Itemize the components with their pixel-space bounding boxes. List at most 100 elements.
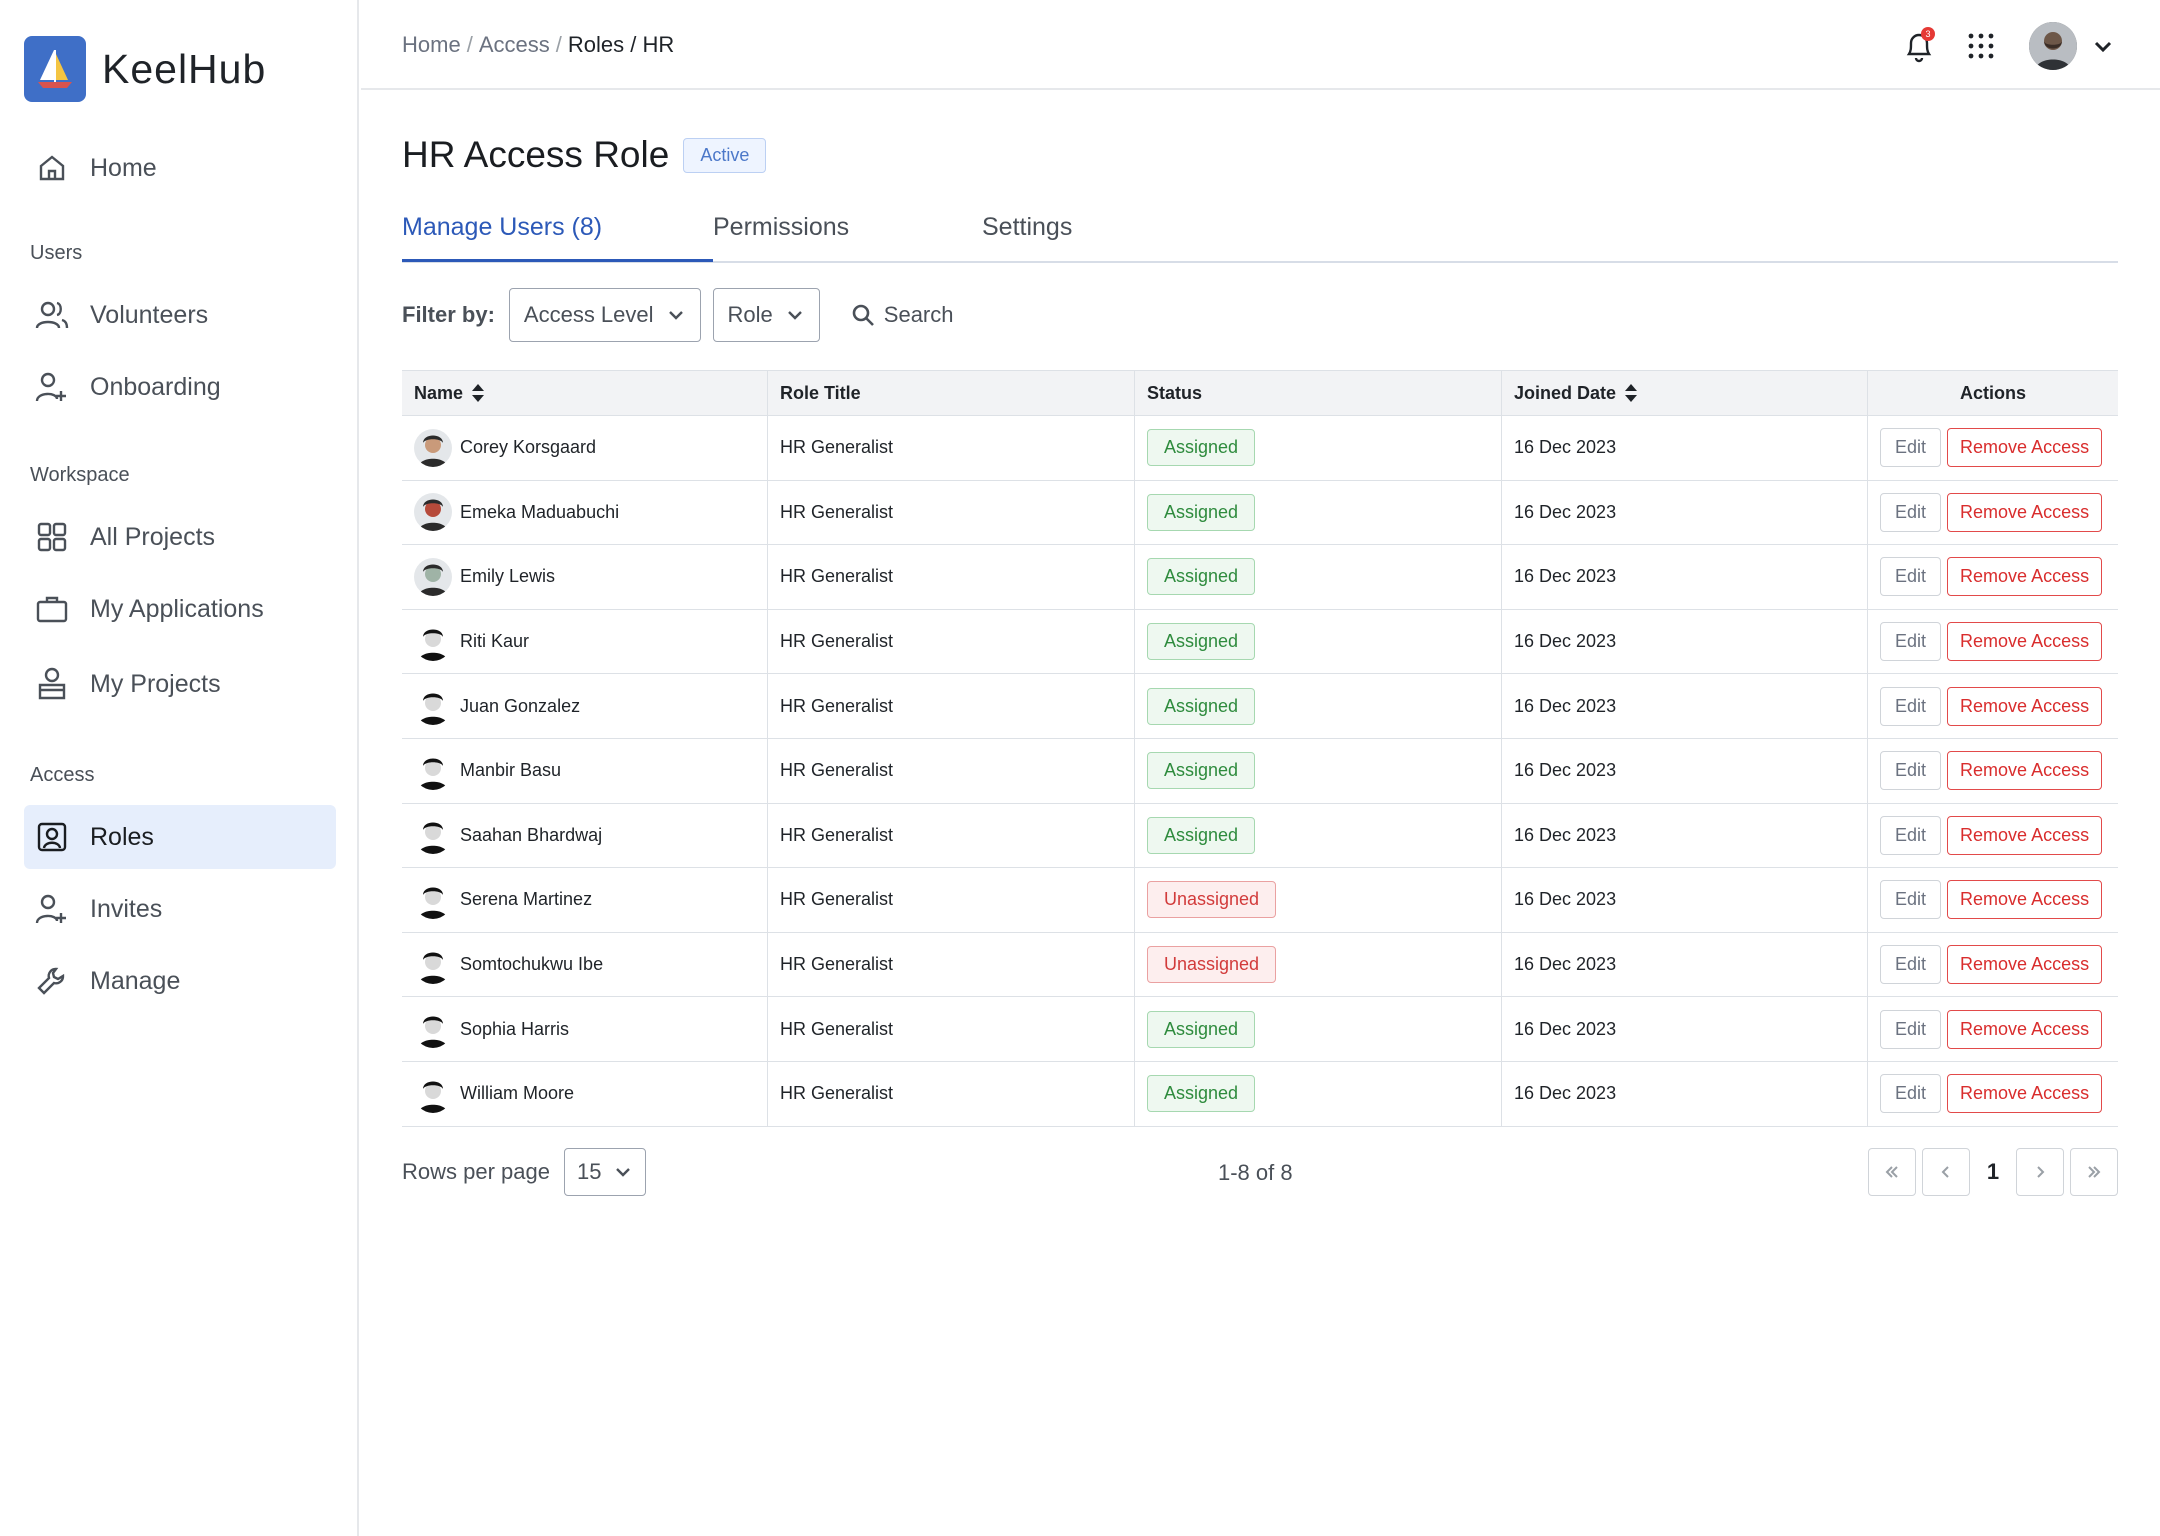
user-plus-icon	[34, 369, 70, 405]
remove-access-button[interactable]: Remove Access	[1947, 622, 2103, 662]
apps-menu-button[interactable]	[1961, 24, 2001, 68]
remove-access-button[interactable]: Remove Access	[1947, 751, 2103, 791]
active-tab-indicator	[402, 259, 713, 262]
chevron-down-icon	[787, 311, 802, 320]
edit-button[interactable]: Edit	[1880, 1009, 1942, 1049]
edit-button[interactable]: Edit	[1880, 686, 1942, 726]
edit-button[interactable]: Edit	[1880, 492, 1942, 532]
remove-access-button[interactable]: Remove Access	[1947, 880, 2103, 920]
avatar	[414, 1010, 452, 1049]
cell-actions: Edit Remove Access	[1868, 545, 2118, 609]
access-level-select[interactable]: Access Level	[508, 288, 701, 342]
current-page-number[interactable]: 1	[1970, 1159, 2016, 1185]
remove-access-button[interactable]: Remove Access	[1947, 557, 2103, 597]
column-header-name[interactable]: Name	[402, 371, 768, 415]
edit-button[interactable]: Edit	[1880, 815, 1942, 855]
cell-actions: Edit Remove Access	[1868, 868, 2118, 932]
chevron-down-icon	[668, 311, 683, 320]
tab-manage-users[interactable]: Manage Users (8)	[402, 213, 602, 242]
role-select[interactable]: Role	[712, 288, 820, 342]
user-avatar[interactable]	[2029, 22, 2077, 70]
sidebar-item-home[interactable]: Home	[24, 136, 336, 200]
table-header: Name Role Title Status Joined Date Actio…	[402, 370, 2118, 416]
cell-actions: Edit Remove Access	[1868, 804, 2118, 868]
status-badge: Unassigned	[1147, 881, 1277, 919]
sidebar-item-manage[interactable]: Manage	[24, 949, 336, 1013]
breadcrumb-separator: /	[555, 32, 562, 57]
table-row: Corey Korsgaard HR Generalist Assigned 16 D…	[402, 416, 2118, 481]
tab-settings[interactable]: Settings	[982, 213, 1072, 242]
sidebar-item-my-applications[interactable]: My Applications	[24, 577, 336, 641]
brand[interactable]: KeelHub	[24, 36, 266, 102]
column-header-role-title: Role Title	[768, 371, 1135, 415]
edit-button[interactable]: Edit	[1880, 945, 1942, 985]
avatar	[414, 622, 452, 661]
chevron-left-icon	[1941, 1166, 1949, 1178]
cell-name: Somtochukwu Ibe	[402, 932, 768, 997]
joined-date: 16 Dec 2023	[1514, 954, 1617, 975]
cell-status: Unassigned	[1135, 868, 1502, 932]
edit-button[interactable]: Edit	[1880, 751, 1942, 791]
filter-label: Filter by:	[402, 302, 495, 327]
table-row: Serena Martinez HR Generalist Unassigned 16…	[402, 868, 2118, 933]
chevron-down-icon	[616, 1168, 631, 1177]
sidebar-item-roles[interactable]: Roles	[24, 805, 336, 869]
remove-access-button[interactable]: Remove Access	[1947, 1009, 2103, 1049]
remove-access-button[interactable]: Remove Access	[1947, 428, 2103, 468]
remove-access-button[interactable]: Remove Access	[1947, 815, 2103, 855]
notifications-button[interactable]: 3	[1899, 24, 1939, 68]
user-name: Corey Korsgaard	[460, 437, 597, 458]
page-title: HR Access Role	[402, 134, 670, 175]
sidebar-item-label: Home	[90, 153, 157, 182]
cell-joined-date: 16 Dec 2023	[1502, 545, 1868, 609]
table-row: Saahan Bhardwaj HR Generalist Assigned 16 D…	[402, 803, 2118, 869]
cell-joined-date: 16 Dec 2023	[1502, 738, 1868, 803]
remove-access-button[interactable]: Remove Access	[1947, 1074, 2103, 1114]
breadcrumb-current: Roles / HR	[567, 32, 675, 57]
edit-button[interactable]: Edit	[1880, 880, 1942, 920]
edit-button[interactable]: Edit	[1880, 557, 1942, 597]
search-button[interactable]: Search	[850, 302, 954, 328]
sidebar-item-label: All Projects	[90, 522, 216, 551]
cell-actions: Edit Remove Access	[1868, 674, 2118, 738]
breadcrumb-home[interactable]: Home	[402, 32, 461, 57]
cell-joined-date: 16 Dec 2023	[1502, 609, 1868, 674]
sidebar-item-invites[interactable]: Invites	[24, 877, 336, 941]
sidebar-item-all-projects[interactable]: All Projects	[24, 505, 336, 569]
user-name: Manbir Basu	[460, 760, 562, 781]
tab-permissions[interactable]: Permissions	[713, 213, 849, 242]
remove-access-button[interactable]: Remove Access	[1947, 945, 2103, 985]
remove-access-button[interactable]: Remove Access	[1947, 492, 2103, 532]
last-page-button[interactable]	[2070, 1148, 2118, 1196]
pagination: 1	[1868, 1148, 2118, 1196]
rows-per-page-select[interactable]: 15	[563, 1148, 647, 1196]
role-title: HR Generalist	[780, 631, 894, 652]
first-page-button[interactable]	[1868, 1148, 1916, 1196]
column-header-joined-date[interactable]: Joined Date	[1502, 371, 1868, 415]
sidebar-item-onboarding[interactable]: Onboarding	[24, 355, 336, 419]
sidebar-item-volunteers[interactable]: Volunteers	[24, 283, 336, 347]
user-name: William Moore	[460, 1083, 575, 1104]
chevron-down-icon[interactable]	[2091, 34, 2115, 58]
joined-date: 16 Dec 2023	[1514, 1083, 1617, 1104]
role-title: HR Generalist	[780, 760, 894, 781]
edit-button[interactable]: Edit	[1880, 1074, 1942, 1114]
breadcrumb-access[interactable]: Access	[479, 32, 550, 57]
user-name: Emily Lewis	[460, 566, 556, 587]
app-name: KeelHub	[102, 45, 267, 92]
table-body: Corey Korsgaard HR Generalist Assigned 16 D…	[402, 416, 2118, 1127]
avatar	[414, 428, 452, 467]
next-page-button[interactable]	[2016, 1148, 2064, 1196]
cell-joined-date: 16 Dec 2023	[1502, 416, 1868, 480]
joined-date: 16 Dec 2023	[1514, 631, 1617, 652]
table-row: Emily Lewis HR Generalist Assigned 16 Dec 2…	[402, 545, 2118, 610]
remove-access-button[interactable]: Remove Access	[1947, 686, 2103, 726]
previous-page-button[interactable]	[1922, 1148, 1970, 1196]
cell-status: Assigned	[1135, 674, 1502, 738]
column-label: Actions	[1959, 382, 2026, 403]
sidebar-item-my-projects[interactable]: My Projects	[24, 652, 336, 716]
user-name: Sophia Harris	[460, 1018, 570, 1039]
edit-button[interactable]: Edit	[1880, 622, 1942, 662]
sidebar-section-access: Access	[30, 764, 95, 786]
edit-button[interactable]: Edit	[1880, 428, 1942, 468]
